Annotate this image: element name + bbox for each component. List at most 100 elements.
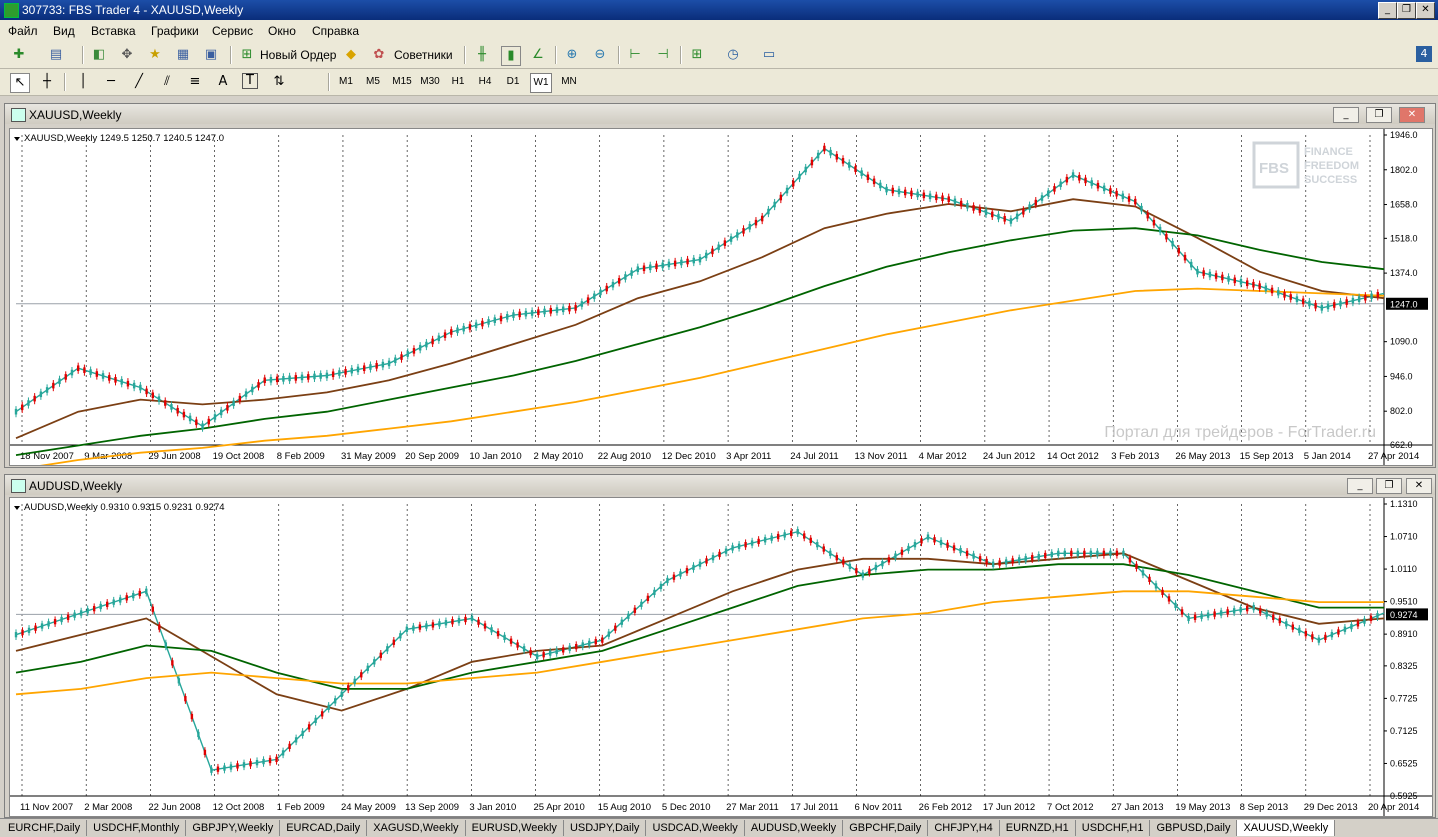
data-window-icon[interactable]: ✥ <box>118 46 136 64</box>
candle-body <box>394 357 397 364</box>
chart-tab[interactable]: USDCHF,Monthly <box>87 820 187 836</box>
chart-tab[interactable]: XAGUSD,Weekly <box>367 820 466 836</box>
series-line-3 <box>15 590 1384 696</box>
minimize-button[interactable]: _ <box>1378 2 1397 19</box>
tester-icon[interactable]: ▣ <box>202 46 220 64</box>
crosshair-icon[interactable]: ┼ <box>38 73 56 91</box>
maximize-button[interactable]: ❐ <box>1397 2 1416 19</box>
market-watch-icon[interactable]: ◧ <box>90 46 108 64</box>
chart-restore-button[interactable]: ❐ <box>1376 478 1402 494</box>
candle-body <box>190 713 194 720</box>
channel-icon[interactable]: ⫽ <box>158 73 176 91</box>
candle-body <box>705 558 708 564</box>
bar-chart-icon[interactable]: ╫ <box>473 46 491 64</box>
chart-tab[interactable]: EURCAD,Daily <box>280 820 368 836</box>
timeframe-m1[interactable]: M1 <box>336 73 356 91</box>
cursor-icon[interactable]: ↖ <box>10 73 30 93</box>
x-tick-label: 4 Mar 2012 <box>919 451 967 462</box>
new-chart-icon[interactable]: ✚ <box>10 46 28 64</box>
audusd-chart[interactable]: 11 Nov 2007 2 Mar 2008 22 Jun 2008 12 Oct 2… <box>9 497 1433 817</box>
candle-body <box>1040 195 1044 201</box>
terminal-icon[interactable]: ▦ <box>174 46 192 64</box>
candle-body <box>661 262 664 269</box>
warning-icon[interactable]: ◆ <box>342 46 360 64</box>
chart-tab[interactable]: USDJPY,Daily <box>564 820 647 836</box>
y-tick-label: 0.8325 <box>1390 661 1418 671</box>
menu-tools[interactable]: Сервис <box>212 24 253 38</box>
chart-tab[interactable]: CHFJPY,H4 <box>928 820 1000 836</box>
corner-badge[interactable]: 4 <box>1416 46 1432 62</box>
chart-tab[interactable]: USDCHF,H1 <box>1076 820 1151 836</box>
menu-view[interactable]: Вид <box>53 24 75 38</box>
horizontal-line-icon[interactable]: ─ <box>102 73 120 91</box>
advisors-button[interactable]: Советники <box>394 48 453 62</box>
profiles-icon[interactable]: ▤ <box>47 46 65 64</box>
menu-charts[interactable]: Графики <box>151 24 199 38</box>
vertical-line-icon[interactable]: │ <box>74 73 92 91</box>
line-chart-icon[interactable]: ∠ <box>529 46 547 64</box>
chart-minimize-button[interactable]: _ <box>1333 107 1359 123</box>
candle-body <box>509 638 513 644</box>
candle-body <box>1369 615 1373 622</box>
chart-close-button[interactable]: ✕ <box>1399 107 1425 123</box>
chart-tab[interactable]: GBPJPY,Weekly <box>186 820 281 836</box>
text-tool-icon[interactable]: A <box>214 73 232 91</box>
candlestick-icon[interactable]: ▮ <box>501 46 521 66</box>
chart-shift-icon[interactable]: ⊣ <box>654 46 672 64</box>
menu-help[interactable]: Справка <box>312 24 359 38</box>
zoom-out-icon[interactable]: ⊖ <box>591 46 609 64</box>
chart-tab[interactable]: EURCHF,Daily <box>2 820 88 836</box>
candle-body <box>750 540 754 546</box>
chart-tab[interactable]: AUDUSD,Weekly <box>745 820 844 836</box>
timeframe-mn[interactable]: MN <box>558 73 580 91</box>
advisors-icon[interactable]: ✿ <box>370 46 388 64</box>
chart-tab[interactable]: GBPUSD,Daily <box>1150 820 1238 836</box>
candle-body <box>1213 611 1216 617</box>
timeframe-m30[interactable]: M30 <box>418 73 442 91</box>
timeframe-h1[interactable]: H1 <box>448 73 468 91</box>
chart-tab[interactable]: XAUUSD,Weekly <box>1237 820 1336 836</box>
chart-minimize-button[interactable]: _ <box>1347 478 1373 494</box>
candle-body <box>897 188 901 195</box>
candle-body <box>1376 292 1379 298</box>
zoom-in-icon[interactable]: ⊕ <box>563 46 581 64</box>
autoscroll-icon[interactable]: ⊢ <box>626 46 644 64</box>
timeframe-h4[interactable]: H4 <box>475 73 495 91</box>
candle-body <box>1333 302 1336 308</box>
arrows-icon[interactable]: ⇅ <box>270 73 288 91</box>
periods-icon[interactable]: ◷ <box>724 46 742 64</box>
indicators-icon[interactable]: ⊞ <box>688 46 706 64</box>
candle-body <box>151 606 154 612</box>
navigator-icon[interactable]: ★ <box>146 46 164 64</box>
menu-file[interactable]: Файл <box>8 24 38 38</box>
menu-window[interactable]: Окно <box>268 24 296 38</box>
xauusd-chart[interactable]: 18 Nov 2007 9 Mar 2008 29 Jun 2008 19 Oct 2… <box>9 128 1433 466</box>
chart-tab[interactable]: USDCAD,Weekly <box>646 820 745 836</box>
candle-body <box>405 626 409 632</box>
candle-body <box>524 310 528 317</box>
candle-body <box>614 625 617 631</box>
new-order-button[interactable]: Новый Ордер <box>260 48 336 62</box>
chart-window-icon <box>11 108 26 122</box>
timeframe-m15[interactable]: M15 <box>390 73 414 91</box>
candle-body <box>991 211 994 218</box>
chart-close-button[interactable]: ✕ <box>1406 478 1432 494</box>
chart-restore-button[interactable]: ❐ <box>1366 107 1392 123</box>
candle-body <box>1259 608 1262 614</box>
chart-tab[interactable]: EURNZD,H1 <box>1000 820 1076 836</box>
chart-tab[interactable]: GBPCHF,Daily <box>843 820 929 836</box>
trendline-icon[interactable]: ╱ <box>130 73 148 91</box>
close-button[interactable]: ✕ <box>1416 2 1435 19</box>
candle-body <box>288 743 291 750</box>
candle-body <box>331 371 335 378</box>
text-label-icon[interactable]: T <box>242 73 258 89</box>
new-order-icon[interactable]: ⊞ <box>238 46 256 64</box>
candle-body <box>900 549 904 555</box>
chart-tab[interactable]: EURUSD,Weekly <box>466 820 564 836</box>
timeframe-w1[interactable]: W1 <box>530 73 552 93</box>
templates-icon[interactable]: ▭ <box>760 46 778 64</box>
fibonacci-icon[interactable]: ≡ <box>186 73 204 91</box>
menu-insert[interactable]: Вставка <box>91 24 136 38</box>
timeframe-d1[interactable]: D1 <box>503 73 523 91</box>
timeframe-m5[interactable]: M5 <box>363 73 383 91</box>
